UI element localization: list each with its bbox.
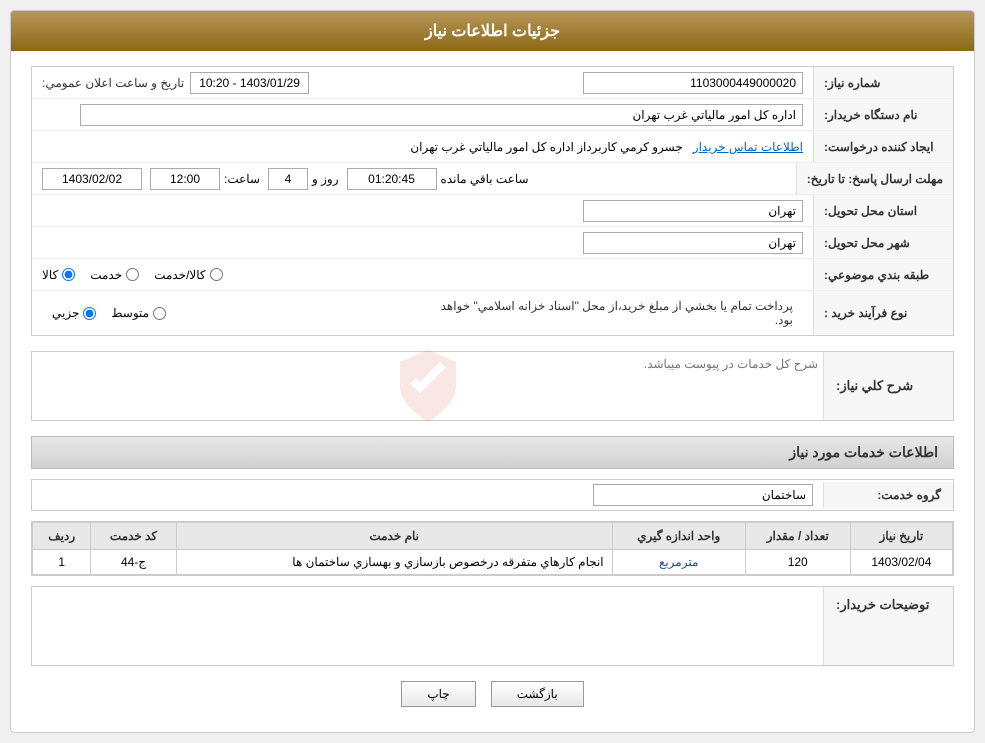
buyer-comments-textarea[interactable] xyxy=(37,592,818,657)
cell-qty: 120 xyxy=(745,550,850,575)
service-group-row: گروه خدمت: xyxy=(31,479,954,511)
cell-service-name: انجام کارهاي متفرقه درخصوص بازسازي و بهس… xyxy=(176,550,612,575)
action-buttons: بازگشت چاپ xyxy=(31,681,954,717)
province-label: استان محل تحويل: xyxy=(813,195,953,226)
service-group-value xyxy=(32,480,823,510)
col-service-name: نام خدمت xyxy=(176,523,612,550)
purchase-type-label: نوع فرآيند خريد : xyxy=(813,291,953,335)
buyer-comments-section: توضيحات خريدار: xyxy=(31,586,954,666)
city-value xyxy=(32,228,813,258)
deadline-date-value: 1403/02/02 xyxy=(42,168,142,190)
need-number-row: شماره نياز: 1403/01/29 - 10:20 تاريخ و س… xyxy=(32,67,953,99)
service-group-label: گروه خدمت: xyxy=(823,482,953,508)
page-title: جزئيات اطلاعات نياز xyxy=(11,11,974,51)
creator-text: جسرو کرمي کاربرداز اداره کل امور مالياتي… xyxy=(410,140,682,154)
col-date: تاريخ نياز xyxy=(850,523,952,550)
category-kala[interactable]: کالا xyxy=(42,268,75,282)
type-jozvi[interactable]: جزيي xyxy=(52,306,96,320)
category-khedmat[interactable]: خدمت xyxy=(90,268,139,282)
date-group: 1403/02/02 xyxy=(42,168,142,190)
reply-deadline-fields: ساعت باقي مانده 01:20:45 روز و 4 ساعت: 1… xyxy=(32,164,796,194)
type-mottavaset[interactable]: متوسط xyxy=(111,306,166,320)
announcement-date-value: 1403/01/29 - 10:20 xyxy=(190,72,309,94)
province-input[interactable] xyxy=(583,200,803,222)
province-value xyxy=(32,196,813,226)
reply-deadline-row: مهلت ارسال پاسخ: تا تاريخ: ساعت باقي مان… xyxy=(32,163,953,195)
creator-label: ايجاد کننده درخواست: xyxy=(813,131,953,162)
watermark-area xyxy=(37,357,818,415)
buyer-org-input[interactable] xyxy=(80,104,803,126)
city-input[interactable] xyxy=(583,232,803,254)
category-row: طبقه بندي موضوعي: کالا/خدمت خدمت کالا xyxy=(32,259,953,291)
radio-kala-khedmat[interactable] xyxy=(210,268,223,281)
col-unit: واحد اندازه گيري xyxy=(612,523,745,550)
col-service-code: کد خدمت xyxy=(91,523,176,550)
radio-khedmat[interactable] xyxy=(126,268,139,281)
days-group: روز و 4 xyxy=(268,168,339,190)
days-value: 4 xyxy=(268,168,308,190)
general-desc-container xyxy=(32,352,823,420)
purchase-type-radios: متوسط جزيي xyxy=(42,302,423,324)
services-table-container: تاريخ نياز تعداد / مقدار واحد اندازه گير… xyxy=(31,521,954,576)
buyer-org-label: نام دستگاه خريدار: xyxy=(813,99,953,130)
radio-mottavaset[interactable] xyxy=(153,307,166,320)
radio-jozvi[interactable] xyxy=(83,307,96,320)
hours-remaining-group: ساعت باقي مانده 01:20:45 xyxy=(347,168,529,190)
col-row-num: رديف xyxy=(33,523,91,550)
need-number-input[interactable] xyxy=(583,72,803,94)
cell-row-num: 1 xyxy=(33,550,91,575)
hours-remaining-label: ساعت باقي مانده xyxy=(441,172,529,186)
services-table: تاريخ نياز تعداد / مقدار واحد اندازه گير… xyxy=(32,522,953,575)
time-label: ساعت: xyxy=(224,172,260,186)
cell-unit: مترمربع xyxy=(612,550,745,575)
purchase-type-area: پرداخت تمام يا بخشي از مبلغ خريد،از محل … xyxy=(32,291,813,335)
back-button[interactable]: بازگشت xyxy=(491,681,584,707)
buyer-org-value xyxy=(32,100,813,130)
creator-row: ايجاد کننده درخواست: اطلاعات تماس خريدار… xyxy=(32,131,953,163)
cell-service-code: ج-44 xyxy=(91,550,176,575)
creator-value: اطلاعات تماس خريدار جسرو کرمي کاربرداز ا… xyxy=(32,136,813,158)
category-radios: کالا/خدمت خدمت کالا xyxy=(32,264,813,286)
print-button[interactable]: چاپ xyxy=(401,681,475,707)
cell-date: 1403/02/04 xyxy=(850,550,952,575)
announcement-date-label: تاريخ و ساعت اعلان عمومي: xyxy=(42,76,184,90)
purchase-type-row: نوع فرآيند خريد : پرداخت تمام يا بخشي از… xyxy=(32,291,953,335)
time-value: 12:00 xyxy=(150,168,220,190)
buyer-org-row: نام دستگاه خريدار: xyxy=(32,99,953,131)
category-label: طبقه بندي موضوعي: xyxy=(813,259,953,290)
hours-remaining-value: 01:20:45 xyxy=(347,168,437,190)
contact-info-link[interactable]: اطلاعات تماس خريدار xyxy=(693,140,803,154)
need-number-label: شماره نياز: xyxy=(813,67,953,98)
province-row: استان محل تحويل: xyxy=(32,195,953,227)
service-group-input[interactable] xyxy=(593,484,813,506)
general-desc-textarea[interactable] xyxy=(37,357,818,412)
table-header-row: تاريخ نياز تعداد / مقدار واحد اندازه گير… xyxy=(33,523,953,550)
col-qty: تعداد / مقدار xyxy=(745,523,850,550)
general-desc-section: شرح کلي نياز: xyxy=(31,351,954,421)
services-section-header: اطلاعات خدمات مورد نياز xyxy=(31,436,954,469)
city-label: شهر محل تحويل: xyxy=(813,227,953,258)
table-row: 1403/02/04 120 مترمربع انجام کارهاي متفر… xyxy=(33,550,953,575)
general-desc-label: شرح کلي نياز: xyxy=(823,352,953,420)
main-info-section: شماره نياز: 1403/01/29 - 10:20 تاريخ و س… xyxy=(31,66,954,336)
days-label: روز و xyxy=(312,172,339,186)
buyer-comments-label: توضيحات خريدار: xyxy=(823,587,953,665)
reply-deadline-label: مهلت ارسال پاسخ: تا تاريخ: xyxy=(796,163,953,194)
need-number-value xyxy=(319,68,813,98)
buyer-comments-container xyxy=(32,587,823,665)
purchase-notice-text: پرداخت تمام يا بخشي از مبلغ خريد،از محل … xyxy=(423,295,804,331)
radio-kala[interactable] xyxy=(62,268,75,281)
time-group: ساعت: 12:00 xyxy=(150,168,260,190)
city-row: شهر محل تحويل: xyxy=(32,227,953,259)
category-kala-khedmat[interactable]: کالا/خدمت xyxy=(154,268,222,282)
